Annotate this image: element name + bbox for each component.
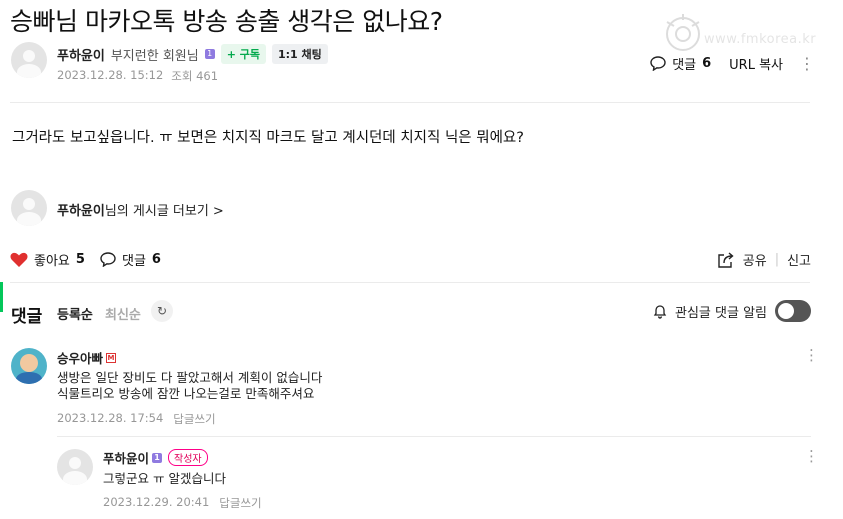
manager-badge-icon: M xyxy=(106,352,117,363)
post-date: 2023.12.28. 15:12 xyxy=(57,68,164,82)
comment-line: 생방은 일단 장비도 다 팔았고해서 계획이 없습니다 xyxy=(57,370,323,385)
author-avatar[interactable] xyxy=(11,42,47,78)
reply-button[interactable]: 답글쓰기 xyxy=(219,495,261,511)
more-icon[interactable]: ⋮ xyxy=(804,447,819,465)
more-posts-avatar[interactable] xyxy=(11,190,47,226)
subscribe-button[interactable]: + 구독 xyxy=(220,44,266,64)
share-report-group: 공유 | 신고 xyxy=(717,250,811,269)
like-count: 5 xyxy=(75,252,85,267)
comment-author[interactable]: 푸하윤이 1 작성자 xyxy=(103,448,208,467)
post-title: 승빠님 마카오톡 방송 송출 생각은 없나요? xyxy=(10,7,443,36)
author-line: 푸하윤이 부지런한 회원님 1 + 구독 1:1 채팅 xyxy=(57,44,328,64)
alarm-toggle[interactable] xyxy=(775,300,811,322)
comment-author-name: 승우아빠 xyxy=(57,351,104,366)
post-meta: 2023.12.28. 15:12 조회 461 xyxy=(57,68,218,84)
alarm-label: 관심글 댓글 알림 xyxy=(675,305,767,321)
comment-button[interactable]: 댓글 6 xyxy=(100,250,161,269)
reply-button[interactable]: 답글쓰기 xyxy=(173,411,215,427)
divider xyxy=(57,436,811,437)
chat-button[interactable]: 1:1 채팅 xyxy=(272,44,328,64)
comment-date: 2023.12.28. 17:54 xyxy=(57,411,164,425)
member-grade: 부지런한 회원님 xyxy=(110,48,199,64)
comment-icon xyxy=(650,56,666,71)
comments-header: 댓글 등록순 최신순 ↻ 관심글 댓글 알림 xyxy=(11,300,811,327)
grade-badge-icon: 1 xyxy=(152,452,163,463)
reaction-bar: 좋아요 5 댓글 6 공유 | 신고 xyxy=(10,250,811,274)
bell-icon xyxy=(653,304,667,319)
author-tag: 작성자 xyxy=(168,449,208,466)
comment-text: 그렇군요 ㅠ 알겠습니다 xyxy=(103,471,226,487)
like-button[interactable]: 좋아요 5 xyxy=(10,250,85,269)
watermark-text: www.fmkorea.kr xyxy=(704,32,817,47)
more-posts-suffix: 님의 게시글 더보기 > xyxy=(104,204,224,219)
comment-avatar[interactable] xyxy=(57,449,93,485)
author-name[interactable]: 푸하윤이 xyxy=(57,45,105,64)
heart-icon xyxy=(10,252,28,267)
post-content: 그거라도 보고싶읍니다. ㅠ 보면은 치지직 마크도 달고 계시던데 치지직 닉… xyxy=(12,130,524,146)
comment-count: 6 xyxy=(702,56,712,71)
comment-count-link[interactable]: 댓글 6 xyxy=(650,54,711,73)
comment-alarm: 관심글 댓글 알림 xyxy=(653,300,811,322)
grade-badge-icon: 1 xyxy=(204,49,215,59)
comment-icon xyxy=(100,252,116,267)
sort-register-button[interactable]: 등록순 xyxy=(57,304,93,323)
more-posts-link[interactable]: 푸하윤이님의 게시글 더보기 > xyxy=(57,200,224,219)
comment-date: 2023.12.29. 20:41 xyxy=(103,495,210,509)
more-icon[interactable]: ⋮ xyxy=(799,55,815,72)
comment-label: 댓글 xyxy=(672,58,697,73)
refresh-icon[interactable]: ↻ xyxy=(151,300,173,322)
comment-line: 식물트리오 방송에 잠깐 나오는걸로 만족해주셔요 xyxy=(57,386,315,401)
comment-meta: 2023.12.28. 17:54 답글쓰기 xyxy=(57,411,216,427)
like-label: 좋아요 xyxy=(34,254,70,269)
comments-title: 댓글 xyxy=(11,307,43,327)
more-icon[interactable]: ⋮ xyxy=(804,346,819,364)
comment-text: 생방은 일단 장비도 다 팔았고해서 계획이 없습니다 식물트리오 방송에 잠깐… xyxy=(57,370,322,402)
post-actions: 댓글 6 URL 복사 ⋮ xyxy=(650,54,815,73)
comment-author-name: 푸하윤이 xyxy=(103,451,150,466)
comment-meta: 2023.12.29. 20:41 답글쓰기 xyxy=(103,495,262,511)
watermark-logo-icon xyxy=(666,14,700,51)
post-views: 조회 461 xyxy=(171,69,219,83)
separator: | xyxy=(774,252,780,267)
comment-count: 6 xyxy=(151,252,161,267)
share-button[interactable]: 공유 xyxy=(743,250,767,269)
comment-author[interactable]: 승우아빠 M xyxy=(57,348,117,367)
comment-line: 그렇군요 ㅠ 알겠습니다 xyxy=(103,471,226,486)
sort-latest-button[interactable]: 최신순 xyxy=(105,304,141,323)
divider xyxy=(10,102,810,103)
divider xyxy=(10,282,810,283)
url-copy-button[interactable]: URL 복사 xyxy=(729,54,783,73)
watermark: www.fmkorea.kr xyxy=(662,12,837,56)
comment-avatar[interactable] xyxy=(11,348,47,384)
comment-label: 댓글 xyxy=(122,254,146,269)
report-button[interactable]: 신고 xyxy=(787,250,811,269)
share-icon[interactable] xyxy=(717,251,735,268)
more-posts-name: 푸하윤이 xyxy=(57,204,105,219)
accent-marker xyxy=(0,282,3,312)
